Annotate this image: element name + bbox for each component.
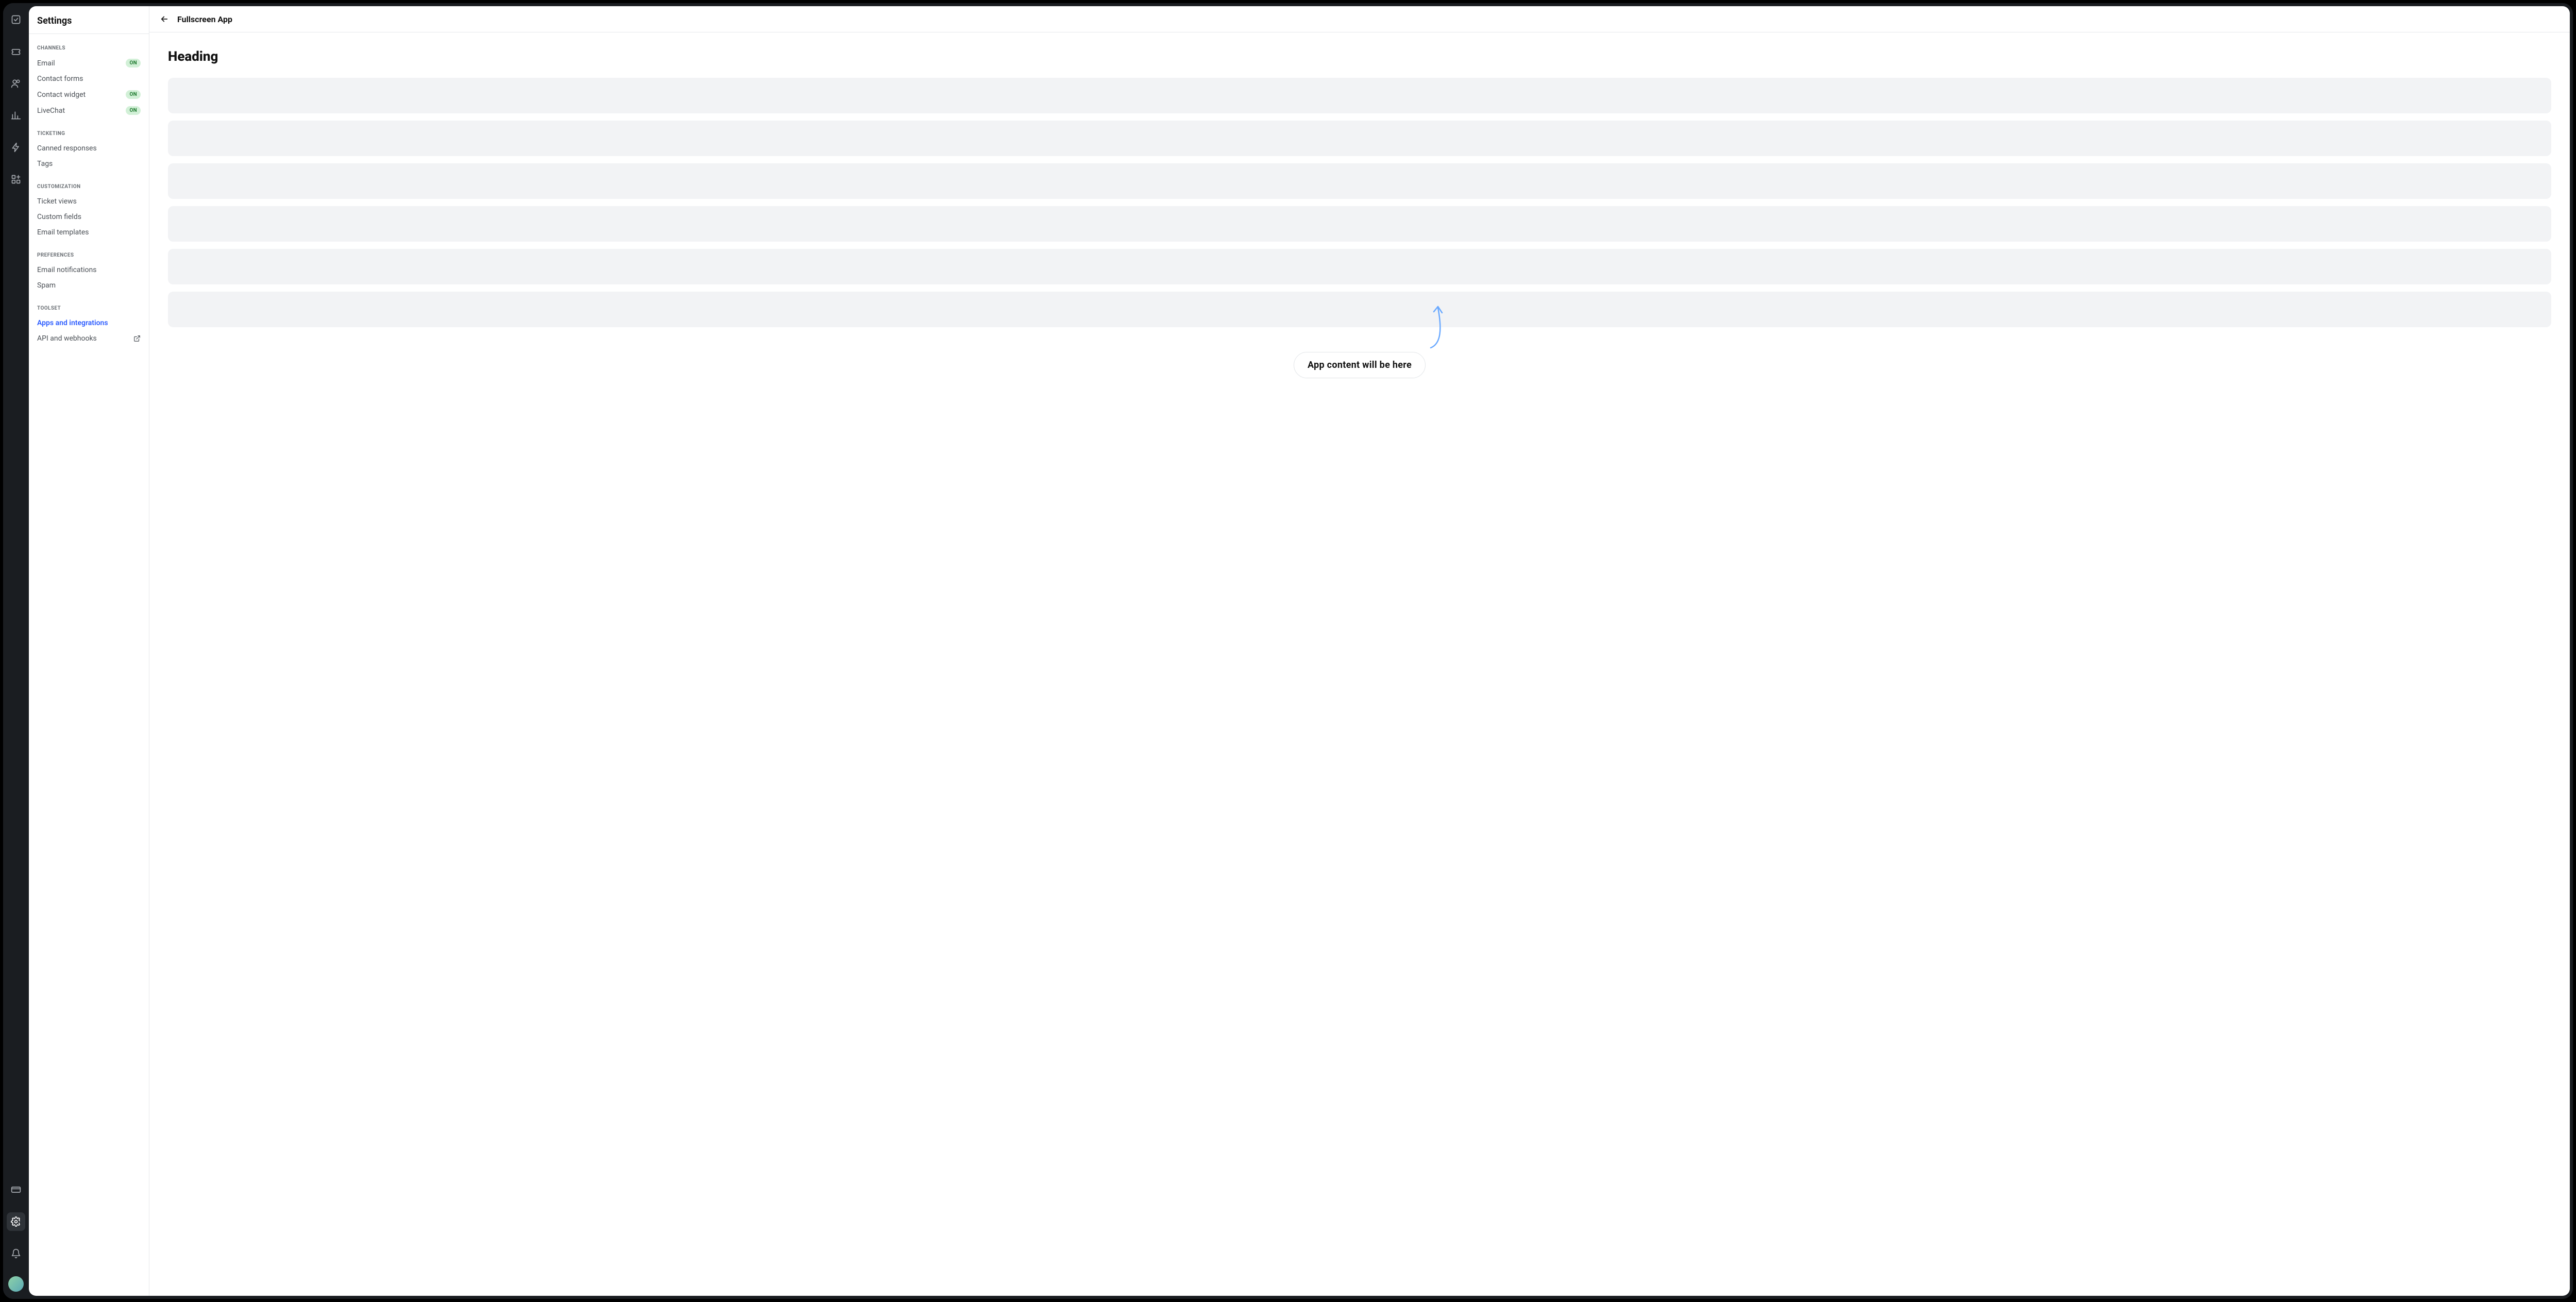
status-badge: ON — [126, 106, 141, 115]
sidebar-item-contact-forms[interactable]: Contact forms — [32, 71, 146, 87]
placeholder-row — [168, 292, 2551, 327]
sidebar-item-label: Email templates — [37, 228, 89, 236]
analytics-icon[interactable] — [7, 106, 25, 125]
billing-icon[interactable] — [7, 1180, 25, 1199]
inner-frame: Settings CHANNELS Email ON Contact forms… — [29, 6, 2570, 1296]
sidebar-item-label: Custom fields — [37, 213, 81, 221]
sidebar-item-email[interactable]: Email ON — [32, 55, 146, 71]
ticket-icon[interactable] — [7, 42, 25, 61]
page-title: Fullscreen App — [177, 14, 232, 24]
main-header: Fullscreen App — [149, 6, 2570, 32]
sidebar-item-ticket-views[interactable]: Ticket views — [32, 194, 146, 209]
section-label-channels: CHANNELS — [32, 43, 146, 55]
app-frame: Settings CHANNELS Email ON Contact forms… — [3, 3, 2573, 1299]
sidebar-item-label: Email — [37, 59, 55, 67]
placeholder-row — [168, 249, 2551, 284]
sidebar-item-api-webhooks[interactable]: API and webhooks — [32, 331, 146, 346]
back-button[interactable] — [159, 13, 170, 25]
section-label-customization: CUSTOMIZATION — [32, 182, 146, 194]
sidebar-item-canned-responses[interactable]: Canned responses — [32, 141, 146, 156]
status-badge: ON — [126, 59, 141, 67]
apps-grid-icon[interactable] — [7, 170, 25, 189]
placeholder-row — [168, 78, 2551, 113]
icon-rail — [3, 3, 29, 1299]
sidebar-item-apps-integrations[interactable]: Apps and integrations — [32, 315, 146, 331]
settings-icon[interactable] — [7, 1212, 25, 1231]
settings-title: Settings — [29, 6, 149, 34]
placeholder-rows — [168, 78, 2551, 327]
content-area: Heading App content — [149, 32, 2570, 1296]
notifications-icon[interactable] — [7, 1244, 25, 1263]
sidebar-item-contact-widget[interactable]: Contact widget ON — [32, 87, 146, 103]
sidebar-item-label: Email notifications — [37, 266, 96, 274]
sidebar-item-label: Tags — [37, 160, 53, 168]
sidebar-item-livechat[interactable]: LiveChat ON — [32, 103, 146, 119]
sidebar-item-label: Contact forms — [37, 75, 83, 83]
section-label-preferences: PREFERENCES — [32, 250, 146, 262]
sidebar-item-label: Apps and integrations — [37, 319, 108, 327]
section-label-toolset: TOOLSET — [32, 303, 146, 315]
sidebar-item-label: Spam — [37, 281, 56, 290]
content-heading: Heading — [168, 49, 2551, 64]
sidebar-item-spam[interactable]: Spam — [32, 278, 146, 293]
sidebar-item-label: API and webhooks — [37, 334, 97, 343]
sidebar-item-label: Contact widget — [37, 91, 86, 99]
external-link-icon — [133, 335, 141, 342]
sidebar-item-custom-fields[interactable]: Custom fields — [32, 209, 146, 225]
sidebar-item-email-templates[interactable]: Email templates — [32, 225, 146, 240]
callout-wrap: App content will be here — [168, 327, 2551, 378]
status-badge: ON — [126, 90, 141, 99]
checkbox-icon[interactable] — [7, 10, 25, 29]
users-icon[interactable] — [7, 74, 25, 93]
callout-pill: App content will be here — [1294, 352, 1426, 378]
main-area: Fullscreen App Heading — [149, 6, 2570, 1296]
sidebar-item-label: LiveChat — [37, 107, 65, 115]
placeholder-row — [168, 163, 2551, 199]
sidebar-item-label: Canned responses — [37, 144, 97, 153]
sidebar-item-label: Ticket views — [37, 197, 77, 206]
placeholder-row — [168, 206, 2551, 242]
settings-sidebar: Settings CHANNELS Email ON Contact forms… — [29, 6, 149, 1296]
automation-icon[interactable] — [7, 138, 25, 157]
section-label-ticketing: TICKETING — [32, 129, 146, 141]
sidebar-item-email-notifications[interactable]: Email notifications — [32, 262, 146, 278]
sidebar-item-tags[interactable]: Tags — [32, 156, 146, 172]
placeholder-row — [168, 121, 2551, 156]
avatar[interactable] — [8, 1276, 24, 1292]
